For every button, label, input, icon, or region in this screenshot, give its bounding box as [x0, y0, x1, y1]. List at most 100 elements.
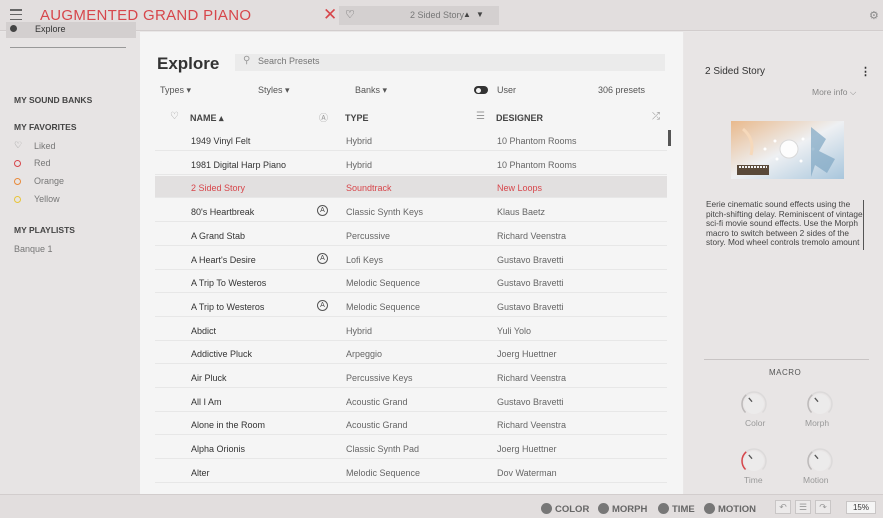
- sidebar-item-liked[interactable]: Liked: [34, 141, 56, 151]
- shuffle-icon[interactable]: ⤮: [652, 111, 660, 122]
- user-toggle[interactable]: [474, 86, 488, 94]
- preset-type-cell: Acoustic Grand: [346, 420, 408, 431]
- ring-icon: [14, 195, 21, 205]
- preset-type-cell: Classic Synth Keys: [346, 207, 424, 218]
- color-macro-label: COLOR: [555, 504, 590, 515]
- preset-name-cell: Alpha Orionis: [191, 444, 246, 455]
- preset-type-cell: Arpeggio: [346, 349, 383, 360]
- ring-icon: [14, 159, 21, 169]
- table-row[interactable]: 2 Sided Story Soundtrack New Loops: [155, 176, 667, 199]
- preset-type-cell: Melodic Sequence: [346, 278, 421, 289]
- motion-macro-label: MOTION: [718, 504, 756, 515]
- previous-preset-icon[interactable]: ▲: [463, 10, 471, 19]
- preset-name-cell: 1949 Vinyl Felt: [191, 136, 251, 146]
- sidebar-item-yellow[interactable]: Yellow: [34, 194, 60, 204]
- name-column-label: NAME: [190, 113, 217, 123]
- divider: [10, 47, 126, 48]
- time-macro-button[interactable]: TIME: [658, 503, 695, 515]
- close-icon[interactable]: ✕: [323, 5, 337, 25]
- preset-type-cell: Soundtrack: [346, 183, 392, 194]
- table-row[interactable]: Alpha Orionis Classic Synth Pad Joerg Huet…: [155, 437, 667, 460]
- preset-type-cell: Hybrid: [346, 325, 373, 336]
- morph-macro-icon: [598, 503, 609, 514]
- history-icon[interactable]: ☰: [795, 500, 811, 514]
- preset-designer-cell: Gustavo Bravetti: [497, 396, 564, 407]
- preset-designer-cell: Richard Veenstra: [497, 230, 567, 241]
- sidebar-item-orange[interactable]: Orange: [34, 176, 64, 186]
- morph-macro-label: MORPH: [612, 504, 648, 515]
- heart-icon[interactable]: ♡: [345, 8, 355, 21]
- types-filter-label: Types: [160, 85, 185, 95]
- banks-filter[interactable]: Banks ▾: [355, 85, 387, 96]
- color-knob[interactable]: [741, 391, 767, 414]
- preset-designer-cell: 10 Phantom Rooms: [497, 159, 577, 170]
- preset-type-cell: Melodic Sequence: [346, 301, 421, 312]
- more-options-icon[interactable]: ⋮: [860, 65, 871, 78]
- morph-macro-button[interactable]: MORPH: [598, 503, 647, 515]
- description-scrollbar[interactable]: [863, 200, 864, 250]
- my-favorites-heading: MY FAVORITES: [14, 122, 77, 132]
- table-row[interactable]: A Heart's Desire A Lofi Keys Gustavo Bravet…: [155, 248, 667, 270]
- sidebar-item-red[interactable]: Red: [34, 158, 51, 168]
- motion-knob[interactable]: [807, 448, 833, 471]
- designer-column-header[interactable]: DESIGNER: [496, 113, 543, 123]
- table-row[interactable]: A Grand Stab Percussive Richard Veenstra: [155, 224, 667, 246]
- artist-badge-icon: Ⓐ: [319, 113, 329, 123]
- heart-icon[interactable]: ♡: [170, 111, 179, 122]
- type-column-header[interactable]: TYPE: [345, 113, 369, 123]
- sidebar-item-playlist[interactable]: Banque 1: [14, 244, 53, 254]
- search-input[interactable]: [258, 56, 638, 66]
- table-row[interactable]: 1949 Vinyl Felt Hybrid 10 Phantom Rooms: [155, 129, 667, 151]
- name-column-header[interactable]: NAME ▴: [190, 113, 224, 124]
- list-icon[interactable]: ☰: [476, 111, 485, 122]
- more-info-button[interactable]: More info ⌵: [812, 87, 856, 98]
- preset-name-cell: Alter: [191, 467, 210, 478]
- preset-type-cell: Hybrid: [346, 136, 373, 146]
- table-row[interactable]: 80's Heartbreak A Classic Synth Keys Klaus …: [155, 200, 667, 223]
- hamburger-menu-icon[interactable]: [10, 9, 22, 20]
- heart-icon: ♡: [14, 140, 23, 150]
- sidebar-item-explore[interactable]: [6, 22, 136, 38]
- next-preset-icon[interactable]: ▼: [476, 10, 484, 19]
- preset-designer-cell: Richard Veenstra: [497, 373, 567, 383]
- preset-name-cell: 2 Sided Story: [191, 183, 246, 194]
- artist-badge-icon: A: [317, 252, 328, 264]
- motion-macro-icon: [704, 503, 715, 514]
- color-macro-button[interactable]: COLOR: [541, 503, 589, 515]
- preset-type-cell: Percussive: [346, 230, 391, 241]
- styles-filter[interactable]: Styles ▾: [258, 85, 290, 96]
- gear-icon[interactable]: ⚙: [869, 9, 879, 22]
- undo-icon[interactable]: ↶: [775, 500, 791, 514]
- preset-name-cell: A Heart's Desire: [191, 254, 256, 265]
- ring-icon: [14, 177, 21, 187]
- table-row[interactable]: Alone in the Room Acoustic Grand Richard V…: [155, 413, 667, 436]
- my-sound-banks-heading[interactable]: MY SOUND BANKS: [14, 95, 92, 105]
- sidebar-item-label[interactable]: Explore: [35, 24, 66, 34]
- artist-badge-icon: A: [317, 205, 328, 217]
- motion-macro-button[interactable]: MOTION: [704, 503, 756, 515]
- time-macro-label: TIME: [672, 504, 695, 515]
- preset-description: Eerie cinematic sound effects using the …: [706, 199, 863, 248]
- table-row[interactable]: Addictive Pluck Arpeggio Joerg Huettner: [155, 342, 667, 365]
- zoom-level[interactable]: 15%: [846, 501, 876, 514]
- explore-icon: [10, 25, 17, 32]
- time-knob[interactable]: [741, 448, 767, 471]
- table-row[interactable]: Abdict Hybrid Yuli Yolo: [155, 319, 667, 341]
- types-filter[interactable]: Types ▾: [160, 85, 191, 96]
- sort-up-icon: ▴: [219, 113, 224, 123]
- preset-designer-cell: Joerg Huettner: [497, 444, 557, 455]
- user-filter-label: User: [497, 85, 517, 95]
- more-info-label: More info: [812, 87, 848, 97]
- table-row[interactable]: 1981 Digital Harp Piano Hybrid 10 Phantom …: [155, 153, 667, 175]
- table-row[interactable]: A Trip to Westeros A Melodic Sequence Gusta…: [155, 295, 667, 317]
- preset-name-cell: Air Pluck: [191, 373, 227, 383]
- table-row[interactable]: Air Pluck Percussive Keys Richard Veenstra: [155, 366, 667, 388]
- table-row[interactable]: Alter Melodic Sequence Dov Waterman: [155, 461, 667, 483]
- redo-icon[interactable]: ↷: [815, 500, 831, 514]
- table-row[interactable]: All I Am Acoustic Grand Gustavo Bravetti: [155, 390, 667, 412]
- morph-knob-label: Morph: [805, 418, 830, 428]
- table-row[interactable]: A Trip To Westeros Melodic Sequence Gustav…: [155, 271, 667, 294]
- scrollbar[interactable]: [668, 130, 671, 146]
- current-preset-name[interactable]: 2 Sided Story: [410, 10, 464, 20]
- morph-knob[interactable]: [807, 391, 833, 414]
